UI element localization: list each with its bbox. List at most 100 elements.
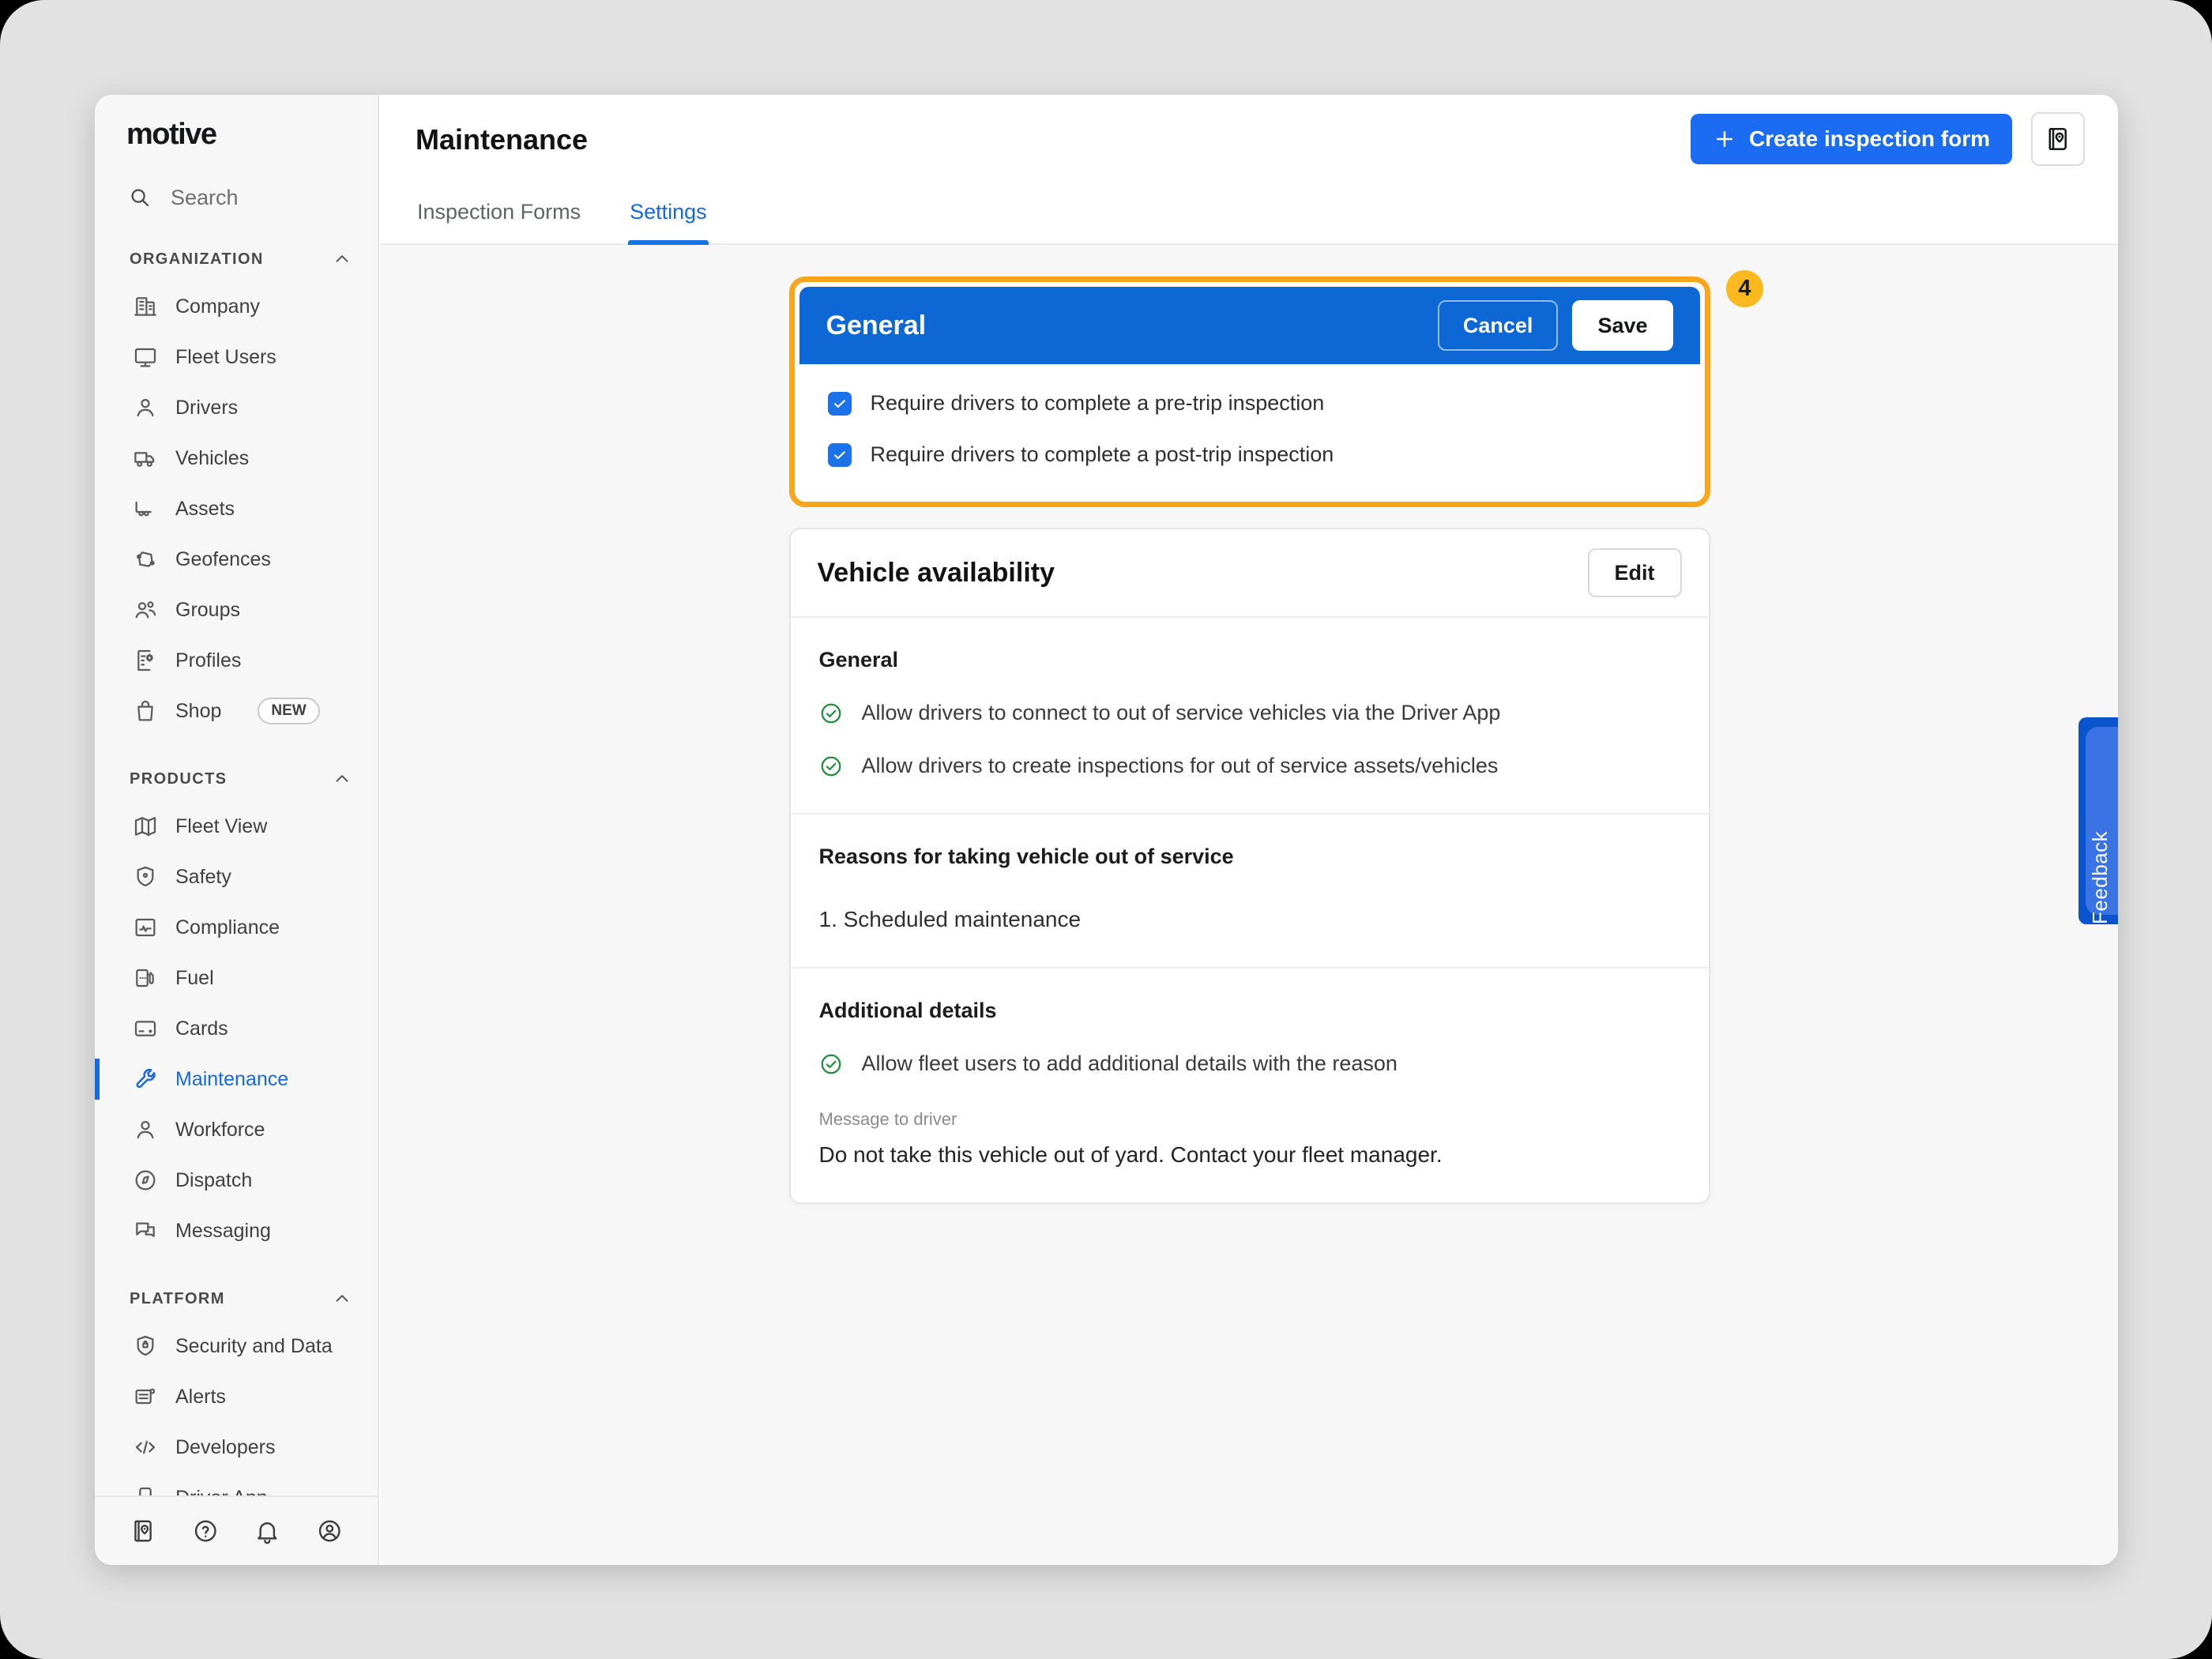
compass-icon [133,1168,158,1193]
sidebar-item-messaging[interactable]: Messaging [95,1206,378,1256]
sidebar-item-label: Compliance [175,916,280,939]
setting-label: Allow drivers to connect to out of servi… [862,701,1501,725]
circle-check-icon [819,754,843,778]
check-icon [832,396,848,412]
sidebar-item-safety[interactable]: Safety [95,852,378,902]
sidebar-item-label: Company [175,295,260,318]
sidebar-footer [95,1495,378,1565]
inspection-guide-button[interactable] [2031,112,2085,166]
tab-inspection-forms[interactable]: Inspection Forms [416,200,582,245]
sidebar-item-label: Fuel [175,967,214,990]
general-card-header: General Cancel Save [799,287,1700,364]
map-book-icon [2044,125,2072,153]
settings-content: General Cancel Save Require drivers to c… [381,245,2118,1565]
check-icon [832,447,848,463]
truck-icon [133,446,158,471]
post-trip-checkbox[interactable] [828,443,852,467]
sidebar-item-label: Groups [175,599,240,622]
sidebar-item-label: Alerts [175,1386,226,1409]
edit-button[interactable]: Edit [1588,548,1682,597]
chevron-up-icon [332,249,352,269]
newspaper-icon [133,1384,158,1409]
search-input[interactable]: Search [95,179,378,216]
account-icon[interactable] [316,1516,344,1546]
code-icon [133,1435,158,1460]
sidebar-item-compliance[interactable]: Compliance [95,902,378,953]
plus-icon [1713,127,1736,151]
person-icon [133,1117,158,1142]
section-heading: Reasons for taking vehicle out of servic… [819,845,1680,869]
create-button-label: Create inspection form [1749,126,1990,152]
setting-label: Allow fleet users to add additional deta… [862,1051,1398,1076]
map-book-icon[interactable] [130,1516,157,1546]
save-button[interactable]: Save [1572,300,1672,351]
bell-icon[interactable] [254,1516,281,1546]
sidebar-item-label: Developers [175,1436,275,1459]
sidebar-item-groups[interactable]: Groups [95,585,378,635]
building-icon [133,294,158,319]
motive-logo: motive [126,118,378,150]
sidebar-item-profiles[interactable]: Profiles [95,635,378,686]
sidebar-item-label: Maintenance [175,1068,288,1091]
shield-lock-icon [133,1334,158,1359]
annotation-step-badge: 4 [1726,270,1763,307]
sidebar-item-security-and-data[interactable]: Security and Data [95,1321,378,1371]
post-trip-inspection-row: Require drivers to complete a post-trip … [828,442,1672,467]
main-area: Maintenance Create inspection form Inspe… [381,95,2118,1565]
sidebar-item-workforce[interactable]: Workforce [95,1104,378,1155]
checkbox-label: Require drivers to complete a post-trip … [871,442,1334,467]
reason-item: 1. Scheduled maintenance [819,907,1680,932]
pre-trip-inspection-row: Require drivers to complete a pre-trip i… [828,391,1672,416]
circle-check-icon [819,1052,843,1076]
fuel-pump-icon [133,965,158,991]
circle-check-icon [819,702,843,725]
sidebar-item-label: Workforce [175,1119,265,1142]
feedback-tab[interactable]: Feedback [2078,717,2118,924]
sidebar-item-maintenance[interactable]: Maintenance [95,1054,378,1104]
sidebar-item-label: Fleet Users [175,346,276,369]
sidebar-item-label: Geofences [175,548,271,571]
sidebar-item-label: Dispatch [175,1169,252,1192]
sidebar-item-fleet-users[interactable]: Fleet Users [95,332,378,382]
vehicle-availability-title: Vehicle availability [818,558,1055,589]
search-icon [128,186,152,209]
sidebar-item-vehicles[interactable]: Vehicles [95,433,378,483]
sidebar-item-cards[interactable]: Cards [95,1003,378,1054]
sidebar-item-developers[interactable]: Developers [95,1422,378,1473]
new-badge: NEW [258,698,319,724]
general-card-title: General [826,310,1438,341]
message-to-driver-text: Do not take this vehicle out of yard. Co… [819,1142,1680,1168]
create-inspection-form-button[interactable]: Create inspection form [1691,114,2012,164]
sidebar-item-assets[interactable]: Assets [95,483,378,534]
sidebar-item-label: Assets [175,498,235,521]
sidebar-item-dispatch[interactable]: Dispatch [95,1155,378,1206]
cancel-button[interactable]: Cancel [1438,300,1559,351]
vehicle-availability-header: Vehicle availability Edit [791,529,1709,616]
availability-general-section: General Allow drivers to connect to out … [791,618,1709,813]
sidebar-item-fuel[interactable]: Fuel [95,953,378,1003]
setting-row: Allow fleet users to add additional deta… [819,1051,1680,1076]
setting-row: Allow drivers to connect to out of servi… [819,701,1680,725]
sidebar-item-label: Messaging [175,1220,271,1243]
sidebar-item-label: Fleet View [175,815,267,838]
tab-settings[interactable]: Settings [628,200,709,245]
credit-card-icon [133,1016,158,1041]
desktop-background: motive Search ORGANIZATION Company Fleet… [0,0,2212,1659]
section-header-organization[interactable]: ORGANIZATION [95,237,378,281]
help-icon[interactable] [192,1516,220,1546]
sidebar-item-fleet-view[interactable]: Fleet View [95,801,378,852]
pre-trip-checkbox[interactable] [828,392,852,416]
sidebar-item-shop[interactable]: Shop NEW [95,686,378,736]
monitor-icon [133,344,158,370]
availability-details-section: Additional details Allow fleet users to … [791,969,1709,1202]
sidebar-item-geofences[interactable]: Geofences [95,534,378,585]
geofence-icon [133,547,158,572]
sidebar-item-company[interactable]: Company [95,281,378,332]
section-heading: General [819,648,1680,672]
section-header-products[interactable]: PRODUCTS [95,757,378,801]
section-header-platform[interactable]: PLATFORM [95,1277,378,1321]
sidebar-item-alerts[interactable]: Alerts [95,1371,378,1422]
page-title: Maintenance [416,123,588,156]
sidebar-item-drivers[interactable]: Drivers [95,382,378,433]
tab-bar: Inspection Forms Settings [416,200,709,245]
